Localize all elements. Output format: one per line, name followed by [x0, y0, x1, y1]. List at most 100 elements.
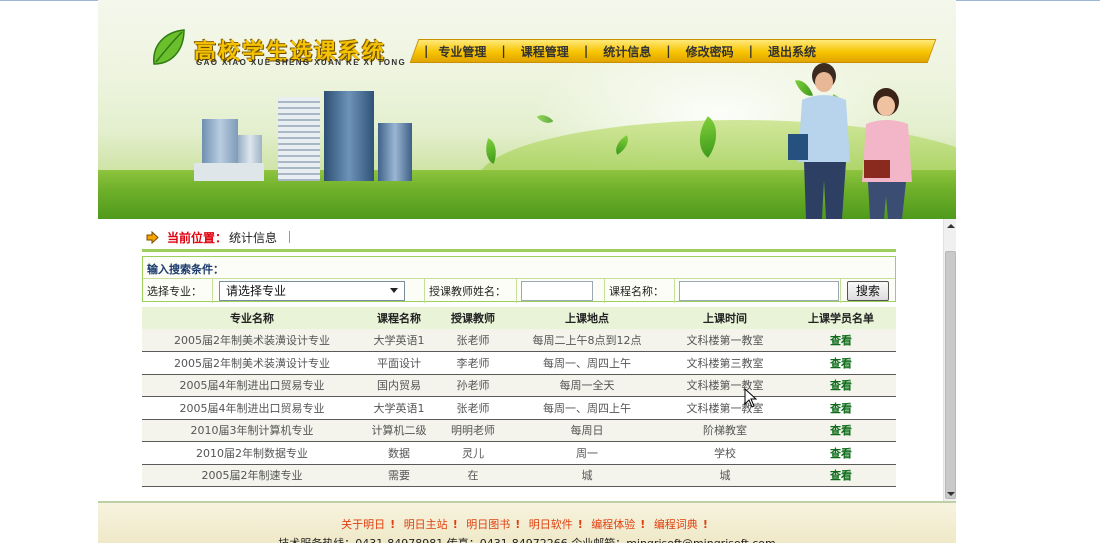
- cell-major: 2005届2年制美术装潢设计专业: [142, 329, 362, 352]
- footer-separator: !: [577, 518, 583, 531]
- nav-separator: |: [501, 44, 506, 58]
- table-row: 2005届2年制美术装潢设计专业 平面设计 李老师 每周一、周四上午 文科楼第三…: [142, 351, 896, 375]
- view-students-link[interactable]: 查看: [830, 424, 852, 437]
- view-students-link[interactable]: 查看: [830, 469, 852, 482]
- vertical-scrollbar[interactable]: [943, 219, 956, 501]
- page-footer: 关于明日! 明日主站! 明日图书! 明日软件! 编程体验! 编程词典! 技术服务…: [98, 501, 956, 543]
- cell-major: 2010届2年制数据专业: [142, 441, 362, 465]
- table-header-row: 专业名称 课程名称 授课教师 上课地点 上课时间 上课学员名单: [142, 307, 896, 329]
- major-select-cell: 请选择专业: [213, 278, 425, 303]
- cell-location: 每周一全天: [510, 374, 664, 397]
- main-nav: | 专业管理 | 课程管理 | 统计信息 | 修改密码 | 退出系统: [424, 39, 924, 63]
- nav-major-management[interactable]: 专业管理: [438, 43, 486, 60]
- scroll-thumb[interactable]: [945, 251, 956, 499]
- footer-link-books[interactable]: 明日图书: [466, 518, 510, 531]
- column-header-students: 上课学员名单: [786, 307, 896, 329]
- cell-course: 计算机二级: [362, 419, 436, 442]
- view-students-link[interactable]: 查看: [830, 447, 852, 460]
- building-image: [278, 97, 320, 181]
- column-header-course: 课程名称: [362, 307, 436, 329]
- cell-major: 2005届4年制进出口贸易专业: [142, 374, 362, 397]
- cell-course: 大学英语1: [362, 329, 436, 352]
- header-banner: 高校学生选课系统 GAO XIAO XUE SHENG XUAN KE XI T…: [98, 0, 956, 219]
- cell-action: 查看: [786, 351, 896, 375]
- cell-action: 查看: [786, 374, 896, 397]
- breadcrumb-label: 当前位置：: [167, 230, 228, 245]
- mouse-cursor-icon: [744, 388, 758, 408]
- footer-separator: !: [640, 518, 646, 531]
- students-illustration: [788, 63, 912, 219]
- major-select[interactable]: 请选择专业: [219, 280, 405, 301]
- table-row: 2005届2年制美术装潢设计专业 大学英语1 张老师 每周二上午8点到12点 文…: [142, 329, 896, 352]
- footer-link-main-site[interactable]: 明日主站: [404, 518, 448, 531]
- cell-course: 需要: [362, 464, 436, 487]
- table-row: 2010届2年制数据专业 数据 灵儿 周一 学校 查看: [142, 441, 896, 465]
- major-filter-cell: 选择专业：: [143, 278, 213, 303]
- course-name-input[interactable]: [679, 280, 839, 301]
- cell-location: 每周日: [510, 419, 664, 442]
- teacher-label-cell: 授课教师姓名：: [425, 278, 517, 303]
- cell-location: 每周二上午8点到12点: [510, 329, 664, 352]
- cell-course: 大学英语1: [362, 396, 436, 420]
- cell-location: 城: [510, 464, 664, 487]
- table-row: 2010届3年制计算机专业 计算机二级 明明老师 每周日 阶梯教室 查看: [142, 419, 896, 442]
- page-container: 高校学生选课系统 GAO XIAO XUE SHENG XUAN KE XI T…: [98, 0, 956, 543]
- cell-time: 文科楼第一教室: [664, 374, 786, 397]
- cell-location: 周一: [510, 441, 664, 465]
- view-students-link[interactable]: 查看: [830, 334, 852, 347]
- footer-link-software[interactable]: 明日软件: [529, 518, 573, 531]
- major-select-value: 请选择专业: [226, 284, 287, 298]
- search-button-cell: 搜索: [841, 279, 895, 303]
- cell-time: 城: [664, 464, 786, 487]
- nav-separator: |: [748, 44, 754, 58]
- leaf-logo-icon: [153, 29, 185, 65]
- scroll-down-arrow-icon[interactable]: [944, 487, 957, 501]
- cell-time: 文科楼第一教室: [664, 329, 786, 352]
- table-row: 2005届4年制进出口贸易专业 国内贸易 孙老师 每周一全天 文科楼第一教室 查…: [142, 374, 896, 397]
- footer-link-about[interactable]: 关于明日: [341, 518, 385, 531]
- cell-location: 每周一、周四上午: [510, 396, 664, 420]
- cell-time: 文科楼第三教室: [664, 351, 786, 375]
- system-subtitle: GAO XIAO XUE SHENG XUAN KE XI TONG: [196, 58, 407, 67]
- teacher-name-input[interactable]: [521, 280, 593, 301]
- building-image: [194, 163, 264, 181]
- footer-link-dictionary[interactable]: 编程词典: [654, 518, 698, 531]
- cell-teacher: 张老师: [436, 329, 510, 352]
- view-students-link[interactable]: 查看: [830, 402, 852, 415]
- nav-course-management[interactable]: 课程管理: [521, 43, 569, 60]
- column-header-time: 上课时间: [664, 307, 786, 329]
- cell-action: 查看: [786, 441, 896, 465]
- section-divider: [142, 249, 896, 252]
- cell-major: 2010届3年制计算机专业: [142, 419, 362, 442]
- main-content: 当前位置： 统计信息 输入搜索条件： 选择专业： 请选择专业 授课教师姓名： 课…: [98, 219, 956, 501]
- arrow-right-icon: [146, 230, 159, 244]
- table-row: 2005届2年制速专业 需要 在 城 城 查看: [142, 464, 896, 487]
- cell-teacher: 李老师: [436, 351, 510, 375]
- column-header-teacher: 授课教师: [436, 307, 510, 329]
- scroll-up-arrow-icon[interactable]: [944, 219, 957, 233]
- cell-action: 查看: [786, 396, 896, 420]
- course-label: 课程名称：: [609, 284, 664, 298]
- nav-statistics[interactable]: 统计信息: [603, 43, 651, 60]
- cell-major: 2005届2年制美术装潢设计专业: [142, 351, 362, 375]
- cell-teacher: 灵儿: [436, 441, 510, 465]
- nav-separator: |: [424, 44, 429, 58]
- cell-major: 2005届2年制速专业: [142, 464, 362, 487]
- teacher-input-cell: [517, 278, 605, 303]
- search-button[interactable]: 搜索: [847, 280, 889, 301]
- cell-time: 学校: [664, 441, 786, 465]
- cell-teacher: 明明老师: [436, 419, 510, 442]
- view-students-link[interactable]: 查看: [830, 357, 852, 370]
- search-row: 选择专业： 请选择专业 授课教师姓名： 课程名称： 搜索: [143, 278, 895, 303]
- footer-link-programming[interactable]: 编程体验: [591, 518, 635, 531]
- nav-change-password[interactable]: 修改密码: [686, 43, 734, 60]
- cell-course: 国内贸易: [362, 374, 436, 397]
- cell-course: 平面设计: [362, 351, 436, 375]
- view-students-link[interactable]: 查看: [830, 379, 852, 392]
- nav-logout[interactable]: 退出系统: [768, 43, 816, 60]
- nav-separator: |: [583, 44, 589, 58]
- cell-action: 查看: [786, 464, 896, 487]
- cell-teacher: 张老师: [436, 396, 510, 420]
- major-label: 选择专业：: [147, 284, 202, 298]
- cell-location: 每周一、周四上午: [510, 351, 664, 375]
